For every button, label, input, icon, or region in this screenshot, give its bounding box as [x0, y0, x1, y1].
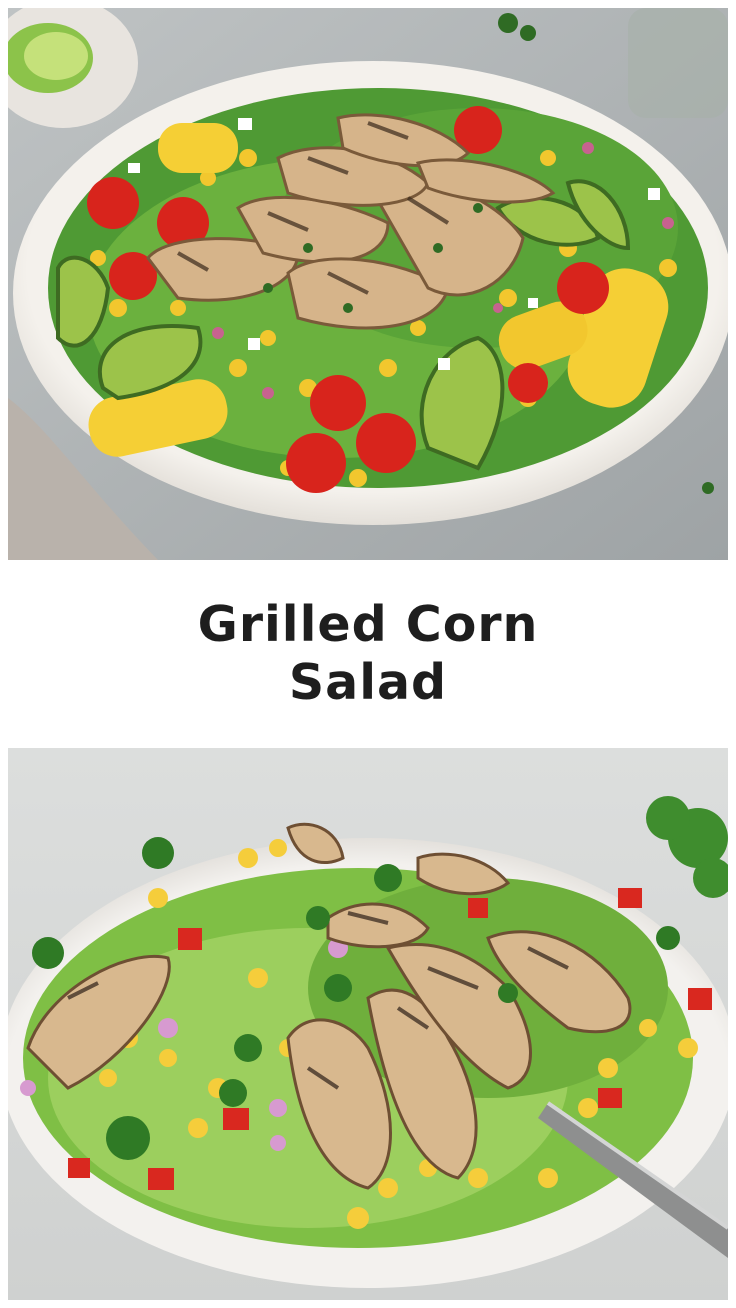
salad-plate-illustration [8, 8, 728, 560]
page-title: Grilled Corn Salad [197, 596, 539, 711]
salad-bowl-illustration [8, 748, 728, 1300]
title-band: Grilled Corn Salad [0, 560, 736, 748]
salad-photo-top [8, 8, 728, 560]
salad-photo-bottom [8, 748, 728, 1300]
herb-jar [628, 8, 728, 118]
